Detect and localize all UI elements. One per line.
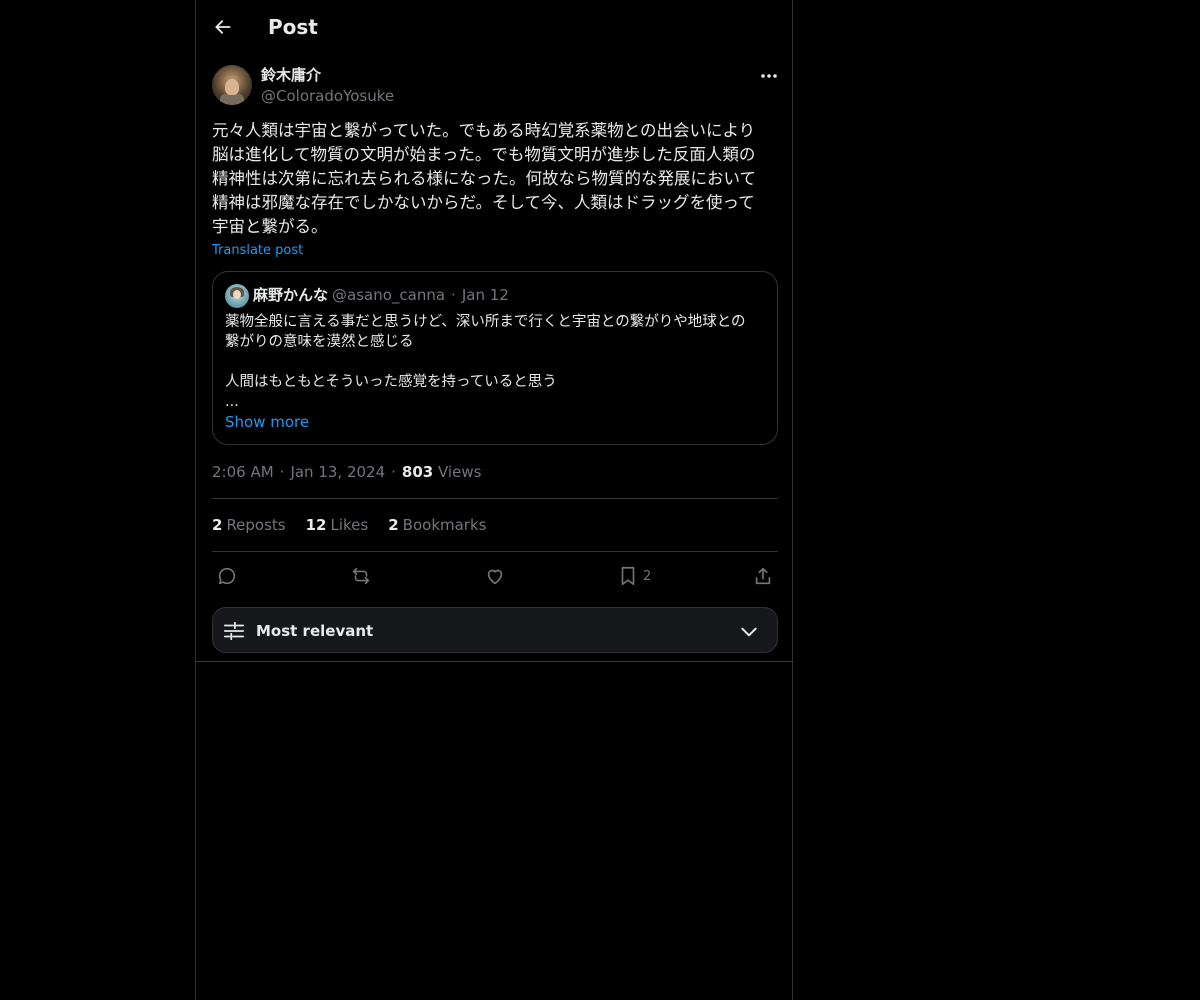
reply-sort-dropdown[interactable]: Most relevant <box>212 607 778 653</box>
repost-icon <box>352 567 370 585</box>
likes-count: 12 <box>305 516 327 534</box>
reply-icon <box>218 567 236 585</box>
reposts-stat[interactable]: 2 Reposts <box>212 515 286 535</box>
sort-label: Most relevant <box>256 622 374 640</box>
engagement-stats: 2 Reposts 12 Likes 2 Bookmarks <box>212 515 486 535</box>
reply-button[interactable] <box>216 562 238 590</box>
bookmarks-stat[interactable]: 2 Bookmarks <box>388 515 486 535</box>
bookmark-icon <box>621 566 635 586</box>
bookmark-button[interactable]: 2 <box>617 562 651 590</box>
quote-avatar-face <box>233 290 241 299</box>
quote-avatar <box>225 284 249 308</box>
likes-stat[interactable]: 12 Likes <box>306 515 369 535</box>
chevron-down-icon <box>741 627 757 637</box>
likes-label: Likes <box>330 516 369 534</box>
views-separator: · <box>391 463 396 481</box>
avatar-figure-face <box>225 79 239 95</box>
repost-button[interactable] <box>350 562 372 590</box>
post-text: 元々人類は宇宙と繋がっていた。でもある時幻覚系薬物との出会いにより 脳は進化して… <box>212 121 757 236</box>
quote-author-handle: @asano_canna <box>332 286 446 304</box>
reposts-label: Reposts <box>226 516 286 534</box>
post-header: Post <box>196 0 794 53</box>
like-button[interactable] <box>484 562 506 590</box>
bookmarks-count: 2 <box>388 516 399 534</box>
section-divider <box>196 661 794 662</box>
quote-text: 薬物全般に言える事だと思うけど、深い所まで行くと宇宙との繋がりや地球との 繋がり… <box>225 314 746 410</box>
post-time[interactable]: 2:06 AM <box>212 463 274 481</box>
quote-date: Jan 12 <box>461 286 509 304</box>
reposts-count: 2 <box>212 516 223 534</box>
divider-top <box>212 498 778 499</box>
views-count: 803 <box>401 463 434 481</box>
quoted-post[interactable]: 麻野かんな @asano_canna · Jan 12 薬物全般に言える事だと思うけど… <box>212 271 778 445</box>
divider-bottom <box>212 551 778 552</box>
post-timestamp-row: 2:06 AM · Jan 13, 2024 · 803 Views <box>212 462 481 482</box>
action-bar: 2 <box>212 562 778 590</box>
share-button[interactable] <box>752 562 774 590</box>
sliders-icon <box>223 621 245 641</box>
back-button[interactable] <box>206 10 240 44</box>
show-more-link[interactable]: Show more <box>225 412 309 432</box>
author-handle[interactable]: @ColoradoYosuke <box>261 86 394 106</box>
more-options-button[interactable] <box>756 66 782 86</box>
timestamp-separator: · <box>279 463 285 481</box>
quote-separator: · <box>451 286 456 304</box>
quote-author-name: 麻野かんな <box>253 286 329 304</box>
heart-icon <box>487 569 503 585</box>
bookmark-action-count: 2 <box>643 568 652 584</box>
author-avatar[interactable] <box>212 65 252 105</box>
author-name[interactable]: 鈴木庸介 <box>261 65 321 85</box>
page-title: Post <box>268 15 318 39</box>
bookmarks-label: Bookmarks <box>402 516 487 534</box>
quote-meta: 麻野かんな @asano_canna · Jan 12 <box>253 285 509 305</box>
arrow-left-icon <box>215 20 231 34</box>
translate-post-link[interactable]: Translate post <box>212 242 303 260</box>
views-label: Views <box>438 463 482 481</box>
main-column: Post 鈴木庸介 @ColoradoYosuke 元々人類は宇宙と繋がっていた… <box>195 0 794 1000</box>
post-date[interactable]: Jan 13, 2024 <box>290 463 385 481</box>
more-horizontal-icon <box>761 74 777 78</box>
share-icon <box>755 567 771 585</box>
